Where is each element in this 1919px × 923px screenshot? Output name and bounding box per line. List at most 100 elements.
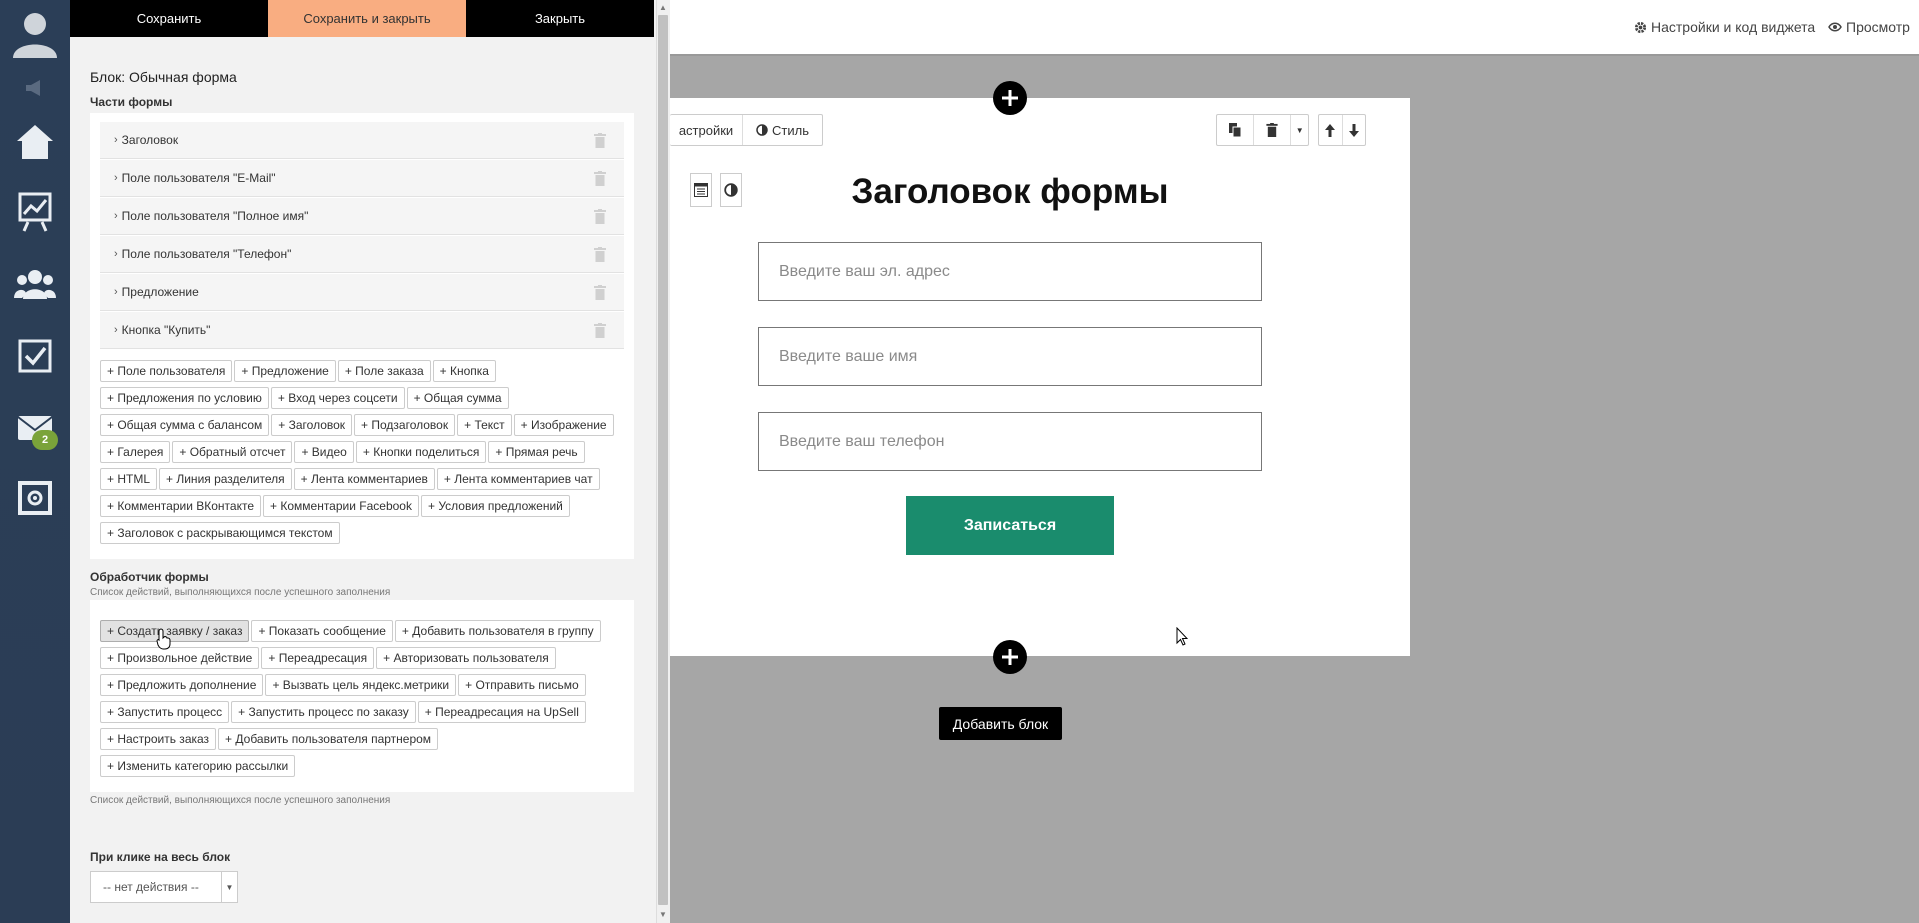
preview-label: Просмотр <box>1846 19 1910 35</box>
handler-tag[interactable]: + Переадресация <box>261 647 375 669</box>
add-part-tag[interactable]: + Обратный отсчет <box>172 441 293 463</box>
add-part-tag[interactable]: + Вход через соцсети <box>270 387 405 409</box>
handler-tag[interactable]: + Авторизовать пользователя <box>376 647 556 669</box>
form-part-row[interactable]: › Поле пользователя "Телефон" <box>100 236 624 273</box>
move-up-button[interactable] <box>1319 115 1343 145</box>
add-part-tag[interactable]: + Предложение <box>234 360 336 382</box>
add-part-tag[interactable]: + Галерея <box>100 441 171 463</box>
nav-users[interactable] <box>0 248 70 320</box>
block-click-select-value: -- нет действия -- <box>103 880 199 894</box>
add-part-tag[interactable]: + Общая сумма <box>406 387 509 409</box>
form-part-row[interactable]: › Кнопка "Купить" <box>100 312 624 349</box>
handler-tag[interactable]: + Добавить пользователя в группу <box>394 620 601 642</box>
add-part-tag[interactable]: + Текст <box>457 414 512 436</box>
chevron-right-icon: › <box>114 286 118 298</box>
add-part-tag[interactable]: + Прямая речь <box>488 441 585 463</box>
handler-tag[interactable]: + Произвольное действие <box>100 647 260 669</box>
handler-tag[interactable]: + Запустить процесс <box>100 701 230 723</box>
panel-scroll-thumb[interactable] <box>658 15 668 905</box>
checkbox-icon <box>18 339 52 373</box>
form-block-canvas[interactable]: астройки Стиль ▼ Заголовок формы Введите… <box>670 98 1410 656</box>
add-part-tag[interactable]: + Комментарии ВКонтакте <box>100 495 262 517</box>
trash-icon[interactable] <box>594 285 606 300</box>
add-part-tag[interactable]: + Лента комментариев чат <box>436 468 600 490</box>
widget-settings-link[interactable]: Настройки и код виджета <box>1634 19 1815 35</box>
close-button[interactable]: Закрыть <box>466 0 654 37</box>
handler-tag[interactable]: + Создать заявку / заказ <box>100 620 250 642</box>
hand-cursor-icon <box>156 628 171 650</box>
add-part-tag[interactable]: + Лента комментариев <box>293 468 435 490</box>
scroll-down-icon[interactable]: ▼ <box>658 910 668 920</box>
trash-icon[interactable] <box>594 323 606 338</box>
form-parts-label: Части формы <box>90 95 173 109</box>
block-more-dropdown[interactable]: ▼ <box>1291 115 1308 145</box>
form-part-row[interactable]: › Поле пользователя "E-Mail" <box>100 160 624 197</box>
add-part-tag[interactable]: + Кнопка <box>432 360 496 382</box>
caret-down-icon: ▼ <box>1295 125 1304 135</box>
add-part-tag[interactable]: + Заголовок с раскрывающимся текстом <box>100 522 340 544</box>
add-part-tag[interactable]: + Комментарии Facebook <box>263 495 419 517</box>
add-part-tag[interactable]: + Кнопки поделиться <box>355 441 487 463</box>
handler-tag[interactable]: + Запустить процесс по заказу <box>231 701 416 723</box>
form-part-row[interactable]: › Заголовок <box>100 122 624 159</box>
block-style-button[interactable]: Стиль <box>743 115 822 145</box>
submit-button[interactable]: Записаться <box>906 496 1114 555</box>
add-part-tag[interactable]: + Заголовок <box>271 414 353 436</box>
save-and-close-button[interactable]: Сохранить и закрыть <box>268 0 466 37</box>
handler-tag[interactable]: + Предложить дополнение <box>100 674 264 696</box>
block-settings-button[interactable]: астройки <box>670 115 743 145</box>
form-title[interactable]: Заголовок формы <box>670 172 1350 212</box>
nav-settings[interactable] <box>0 462 70 534</box>
scroll-up-icon[interactable]: ▲ <box>658 3 668 13</box>
form-part-row[interactable]: › Поле пользователя "Полное имя" <box>100 198 624 235</box>
delete-block-button[interactable] <box>1254 115 1292 145</box>
add-part-tag[interactable]: + HTML <box>100 468 158 490</box>
add-block-below-button[interactable] <box>993 640 1027 674</box>
block-click-select[interactable]: -- нет действия -- ▼ <box>90 871 238 903</box>
trash-icon[interactable] <box>594 133 606 148</box>
name-input[interactable]: Введите ваше имя <box>758 327 1262 386</box>
handler-tag[interactable]: + Изменить категорию рассылки <box>100 755 296 777</box>
trash-icon[interactable] <box>594 247 606 262</box>
form-handler-sublabel: Список действий, выполняющихся после усп… <box>90 587 391 598</box>
preview-link[interactable]: Просмотр <box>1828 19 1910 35</box>
nav-tasks[interactable] <box>0 320 70 392</box>
nav-statistics[interactable] <box>0 176 70 248</box>
notifications-item[interactable] <box>0 70 70 106</box>
avatar[interactable] <box>0 0 70 66</box>
add-part-tag[interactable]: + Условия предложений <box>420 495 570 517</box>
add-part-tag[interactable]: + Изображение <box>513 414 614 436</box>
add-part-tag[interactable]: + Общая сумма с балансом <box>100 414 270 436</box>
arrow-up-icon <box>1325 123 1336 137</box>
form-part-row[interactable]: › Предложение <box>100 274 624 311</box>
trash-icon[interactable] <box>594 209 606 224</box>
add-block-button[interactable]: Добавить блок <box>939 707 1062 740</box>
nav-mail[interactable] <box>0 392 70 464</box>
add-part-tag[interactable]: + Линия разделителя <box>159 468 292 490</box>
add-part-tag[interactable]: + Поле пользователя <box>100 360 233 382</box>
phone-input[interactable]: Введите ваш телефон <box>758 412 1262 471</box>
arrow-down-icon <box>1348 123 1359 137</box>
email-input[interactable]: Введите ваш эл. адрес <box>758 242 1262 301</box>
handler-tag[interactable]: + Показать сообщение <box>251 620 393 642</box>
form-parts-list: › Заголовок › Поле пользователя "E-Mail"… <box>90 113 634 559</box>
handler-tag[interactable]: + Переадресация на UpSell <box>417 701 586 723</box>
add-block-above-button[interactable] <box>993 81 1027 115</box>
add-part-tag[interactable]: + Видео <box>294 441 354 463</box>
move-down-button[interactable] <box>1343 115 1366 145</box>
handler-tag[interactable]: + Отправить письмо <box>458 674 586 696</box>
save-button[interactable]: Сохранить <box>70 0 268 37</box>
chevron-right-icon: › <box>114 172 118 184</box>
copy-block-button[interactable] <box>1217 115 1255 145</box>
handler-tag[interactable]: + Настроить заказ <box>100 728 217 750</box>
nav-home[interactable] <box>0 106 70 178</box>
form-part-label: Заголовок <box>121 133 179 147</box>
editor-topbar: Настройки и код виджета Просмотр <box>670 0 1919 56</box>
trash-icon[interactable] <box>594 171 606 186</box>
widget-settings-label: Настройки и код виджета <box>1651 19 1816 35</box>
add-part-tag[interactable]: + Подзаголовок <box>354 414 456 436</box>
handler-tag[interactable]: + Добавить пользователя партнером <box>218 728 439 750</box>
handler-tag[interactable]: + Вызвать цель яндекс.метрики <box>265 674 457 696</box>
add-part-tag[interactable]: + Предложения по условию <box>100 387 269 409</box>
add-part-tag[interactable]: + Поле заказа <box>337 360 431 382</box>
